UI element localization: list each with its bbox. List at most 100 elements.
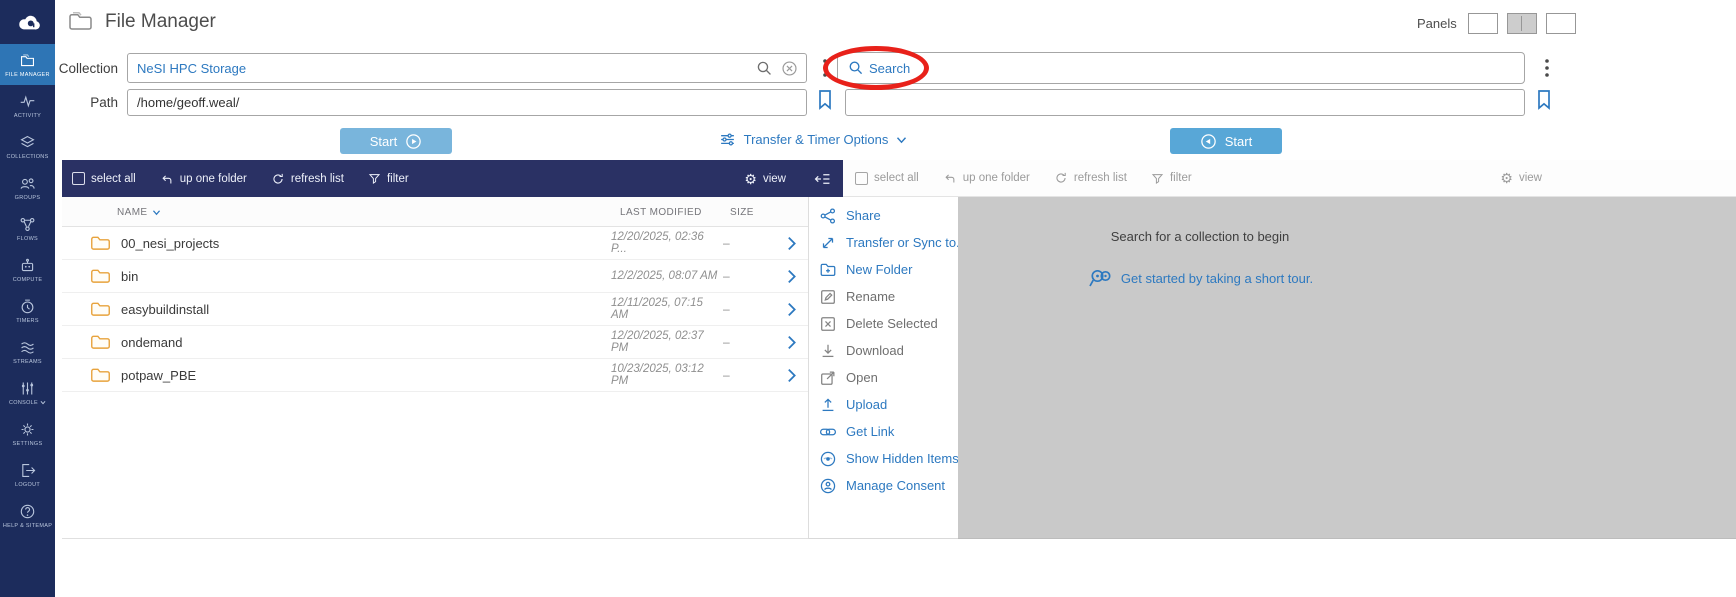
- sidebar-item-timers[interactable]: TIMERS: [0, 290, 55, 331]
- collection-menu-kebab-icon[interactable]: [815, 55, 835, 81]
- tune-icon: [719, 131, 736, 148]
- folder-icon: [90, 268, 111, 284]
- chevron-right-icon[interactable]: [787, 302, 796, 317]
- search-input-box: [837, 52, 1525, 84]
- table-row[interactable]: potpaw_PBE 10/23/2025, 03:12 PM –: [62, 359, 808, 392]
- filter-button[interactable]: filter: [368, 172, 409, 185]
- action-open: Open: [809, 364, 958, 391]
- new-folder-icon: [819, 261, 837, 279]
- search-icon[interactable]: [756, 60, 773, 77]
- select-all-control[interactable]: select all: [855, 171, 919, 185]
- bookmark-icon[interactable]: [817, 89, 833, 111]
- file-name: easybuildinstall: [121, 301, 210, 317]
- clear-icon[interactable]: [781, 60, 798, 77]
- select-all-control[interactable]: select all: [72, 172, 136, 185]
- sidebar-item-label: COMPUTE: [12, 276, 43, 283]
- file-size: –: [723, 269, 730, 283]
- up-one-folder-button[interactable]: up one folder: [160, 172, 247, 186]
- action-new-folder[interactable]: New Folder: [809, 256, 958, 283]
- sidebar-item-label: ACTIVITY: [13, 112, 42, 119]
- sidebar-item-help-sitemap[interactable]: HELP & SITEMAP: [0, 495, 55, 536]
- globus-logo[interactable]: [0, 0, 55, 44]
- folder-icon: [90, 301, 111, 317]
- table-row[interactable]: easybuildinstall 12/11/2025, 07:15 AM –: [62, 293, 808, 326]
- action-share[interactable]: Share: [809, 202, 958, 229]
- search-menu-kebab-icon[interactable]: [1537, 55, 1557, 81]
- action-show-hidden-items[interactable]: Show Hidden Items: [809, 445, 959, 472]
- chevron-right-icon[interactable]: [787, 236, 796, 251]
- link-icon: [819, 423, 837, 441]
- gear-icon: ⚙: [744, 170, 757, 187]
- page-title: File Manager: [105, 11, 216, 32]
- bookmark-icon[interactable]: [1536, 89, 1552, 111]
- up-one-folder-label: up one folder: [962, 172, 1030, 184]
- sort-chevron-icon: [152, 209, 161, 216]
- three-panel-button[interactable]: [1545, 13, 1576, 34]
- sidebar-item-compute[interactable]: COMPUTE: [0, 249, 55, 290]
- collection-input[interactable]: [128, 60, 756, 76]
- tour-icon: [1087, 266, 1113, 290]
- path-input-right[interactable]: [846, 95, 1524, 110]
- file-size: –: [723, 236, 730, 250]
- action-transfer-sync[interactable]: Transfer or Sync to...: [809, 229, 967, 256]
- sidebar-item-file-manager[interactable]: FILE MANAGER: [0, 44, 55, 85]
- start-button-label: Start: [1224, 133, 1253, 149]
- download-icon: [819, 342, 837, 360]
- start-transfer-button-right[interactable]: Start: [1170, 128, 1282, 154]
- action-label: Open: [846, 370, 878, 385]
- chevron-down-icon: [896, 136, 907, 144]
- two-panel-button[interactable]: [1506, 13, 1537, 34]
- start-transfer-button-left[interactable]: Start: [340, 128, 452, 154]
- path-input[interactable]: [128, 95, 806, 110]
- panels-label: Panels: [1417, 16, 1457, 31]
- up-one-folder-button[interactable]: up one folder: [943, 171, 1030, 185]
- sidebar-item-console[interactable]: CONSOLE: [0, 372, 55, 413]
- streams-icon: [19, 339, 36, 356]
- chevron-right-icon[interactable]: [787, 368, 796, 383]
- chevron-right-icon[interactable]: [787, 335, 796, 350]
- console-icon: [19, 380, 36, 397]
- activity-icon: [19, 93, 36, 110]
- select-all-label: select all: [91, 172, 136, 185]
- refresh-list-button[interactable]: refresh list: [271, 172, 344, 186]
- action-label: Rename: [846, 289, 896, 304]
- one-panel-button[interactable]: [1467, 13, 1498, 34]
- refresh-list-button[interactable]: refresh list: [1054, 171, 1127, 185]
- action-upload[interactable]: Upload: [809, 391, 958, 418]
- sidebar-item-label: TIMERS: [16, 317, 39, 324]
- sidebar-item-label: GROUPS: [14, 194, 41, 201]
- transfer-timer-options[interactable]: Transfer & Timer Options: [683, 131, 943, 148]
- table-row[interactable]: 00_nesi_projects 12/20/2025, 02:36 P... …: [62, 227, 808, 260]
- view-button[interactable]: ⚙ view: [1500, 171, 1542, 185]
- table-row[interactable]: ondemand 12/20/2025, 02:37 PM –: [62, 326, 808, 359]
- table-row[interactable]: bin 12/2/2025, 08:07 AM –: [62, 260, 808, 293]
- consent-icon: [819, 477, 837, 495]
- chevron-right-icon[interactable]: [787, 269, 796, 284]
- select-all-checkbox[interactable]: [72, 172, 85, 185]
- collapse-panel-icon: [814, 172, 831, 186]
- view-button[interactable]: ⚙ view: [744, 172, 786, 186]
- up-one-folder-icon: [160, 172, 174, 186]
- select-all-checkbox[interactable]: [855, 171, 868, 185]
- action-get-link[interactable]: Get Link: [809, 418, 958, 445]
- sidebar-item-collections[interactable]: COLLECTIONS: [0, 126, 55, 167]
- column-header-name[interactable]: NAME: [117, 207, 161, 218]
- left-panel-toolbar: select all up one folder refresh list fi…: [62, 160, 843, 197]
- collapse-menu-button[interactable]: [814, 172, 831, 186]
- collection-search-input[interactable]: [864, 60, 1524, 76]
- sidebar-item-logout[interactable]: LOGOUT: [0, 454, 55, 495]
- gear-icon: [19, 421, 36, 438]
- action-menu: Share Transfer or Sync to... New Folder …: [808, 197, 967, 539]
- up-one-folder-label: up one folder: [179, 172, 247, 185]
- filter-button[interactable]: filter: [1151, 172, 1192, 185]
- sidebar-item-flows[interactable]: FLOWS: [0, 208, 55, 249]
- action-manage-consent[interactable]: Manage Consent: [809, 472, 958, 499]
- collections-icon: [19, 134, 36, 151]
- sidebar-item-settings[interactable]: SETTINGS: [0, 413, 55, 454]
- tour-link[interactable]: Get started by taking a short tour.: [1025, 266, 1375, 290]
- groups-icon: [19, 175, 36, 192]
- sidebar-item-streams[interactable]: STREAMS: [0, 331, 55, 372]
- sidebar-item-activity[interactable]: ACTIVITY: [0, 85, 55, 126]
- filter-icon: [368, 172, 381, 185]
- sidebar-item-groups[interactable]: GROUPS: [0, 167, 55, 208]
